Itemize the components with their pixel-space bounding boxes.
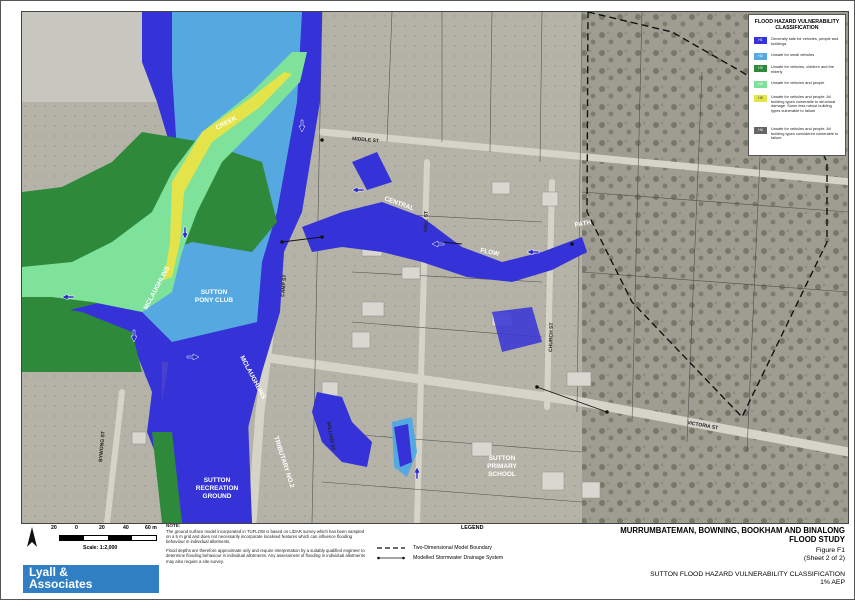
note-block: NOTE: The ground surface model incorpora… (166, 523, 406, 564)
legend-boundary-label: Two-Dimensional Model Boundary (413, 545, 493, 551)
scale-tick: 40 (123, 525, 129, 531)
legend-swatch-h1: H1 (754, 37, 767, 44)
road-label-church-st: CHURCH ST (548, 322, 555, 352)
drainage-line-icon (377, 556, 405, 560)
label-ground: GROUND (203, 493, 232, 500)
legend-swatch-h3: H3 (754, 65, 767, 72)
figure-number: Figure F1 (815, 547, 845, 554)
label-sutton-rec: SUTTON (204, 477, 231, 484)
legend-item-h5: H5 Unsafe for vehicles and people. All b… (754, 94, 842, 113)
legend-item-h6: H6 Unsafe for vehicles and people. All b… (754, 126, 842, 141)
flood-map: MIDDLE ST CAMP ST VICTORIA ST CHURCH ST … (21, 11, 849, 524)
study-title: MURRUMBATEMAN, BOWNING, BOOKHAM AND BINA… (620, 526, 845, 535)
legend-text-h5: Unsafe for vehicles and people. All buil… (771, 94, 836, 113)
scale-tick: 0 (75, 525, 78, 531)
scale-label: Scale: 1:2,000 (83, 545, 118, 551)
scale-tick: 60 m (145, 525, 157, 531)
label-primary: PRIMARY (487, 463, 517, 470)
company-logo: Lyall & Associates (23, 565, 159, 593)
label-pony-club: PONY CLUB (195, 297, 233, 304)
legend-item-h3: H3 Unsafe for vehicles, children and the… (754, 64, 842, 74)
map-legend-heading: LEGEND (461, 525, 484, 531)
note-para2: Flood depths are therefore approximate o… (166, 548, 365, 564)
legend-item-h1: H1 Generally safe for vehicles, people a… (754, 36, 842, 46)
figure-subtitle: SUTTON FLOOD HAZARD VULNERABILITY CLASSI… (650, 571, 845, 578)
note-heading: NOTE: (166, 523, 181, 528)
title-block: MURRUMBATEMAN, BOWNING, BOOKHAM AND BINA… (575, 523, 845, 587)
legend-swatch-h2: H2 (754, 53, 767, 60)
label-school: SCHOOL (488, 471, 516, 478)
legend-text-h6: Unsafe for vehicles and people. All buil… (771, 126, 839, 141)
label-sutton-school: SUTTON (489, 455, 516, 462)
logo-line2: Associates (29, 577, 93, 591)
legend-swatch-h5: H5 (754, 95, 767, 102)
scale-tick: 20 (51, 525, 57, 531)
road-label-hall-st: HALL ST (423, 211, 430, 232)
title-panel: 20 0 20 40 60 m Scale: 1:2,000 Lyall & A… (21, 523, 847, 595)
legend-swatch-h6: H6 (754, 127, 767, 134)
scale-bar (59, 535, 157, 541)
sheet-number: (Sheet 2 of 2) (803, 555, 845, 562)
aep-label: 1% AEP (820, 579, 845, 586)
legend-boundary: Two-Dimensional Model Boundary (377, 545, 492, 551)
dashed-line-icon (377, 547, 405, 549)
scale-section: 20 0 20 40 60 m Scale: 1:2,000 Lyall & A… (21, 523, 161, 595)
legend-item-h4: H4 Unsafe for vehicles and people (754, 80, 842, 88)
label-recreation: RECREATION (196, 485, 239, 492)
legend-text-h2: Unsafe for small vehicles (771, 52, 815, 57)
hazard-legend: FLOOD HAZARD VULNERABILITY CLASSIFICATIO… (748, 14, 846, 156)
legend-text-h4: Unsafe for vehicles and people (771, 80, 825, 85)
label-sutton-pony: SUTTON (201, 289, 228, 296)
legend-drainage-label: Modelled Stormwater Drainage System (413, 555, 504, 561)
legend-text-h1: Generally safe for vehicles, people and … (771, 36, 839, 46)
note-para1: The ground surface model incorporated in… (166, 529, 365, 545)
scale-tick: 20 (99, 525, 105, 531)
study-subtitle: FLOOD STUDY (789, 535, 845, 544)
figure-frame: MIDDLE ST CAMP ST VICTORIA ST CHURCH ST … (0, 0, 855, 600)
north-arrow-icon (27, 527, 37, 547)
legend-text-h3: Unsafe for vehicles, children and the el… (771, 64, 834, 74)
legend-item-h2: H2 Unsafe for small vehicles (754, 52, 842, 60)
map-canvas: MIDDLE ST CAMP ST VICTORIA ST CHURCH ST … (22, 12, 848, 523)
hazard-legend-title: FLOOD HAZARD VULNERABILITY CLASSIFICATIO… (754, 19, 840, 31)
legend-drainage: Modelled Stormwater Drainage System (377, 555, 503, 561)
legend-swatch-h4: H4 (754, 81, 767, 88)
